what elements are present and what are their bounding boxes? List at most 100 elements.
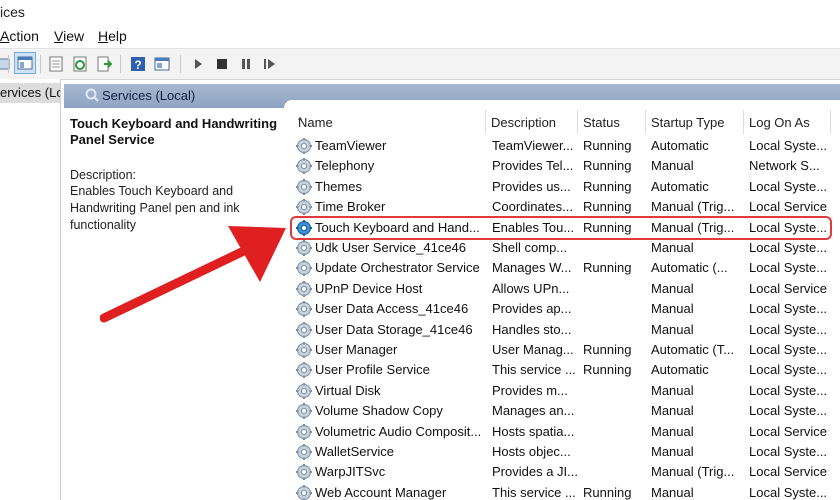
service-log-on-as: Local Syste... [749,178,828,194]
menu-bar: Action View Help [0,26,840,48]
service-startup-type: Automatic [651,178,709,194]
service-gear-icon [295,402,313,420]
service-gear-icon [295,361,313,379]
table-row[interactable]: Themes Provides us... Running Automatic Loca… [284,177,840,197]
service-startup-type: Manual [651,444,694,459]
service-log-on-as: Local Syste... [749,301,828,317]
service-startup-type: Manual [651,484,694,500]
column-header-label: Startup Type [651,115,725,130]
pause-icon[interactable] [236,54,256,74]
service-log-on-as: Local Syste... [749,342,828,357]
service-log-on-as: Local Syste... [749,362,828,378]
column-header-label: Log On As [749,115,810,130]
service-gear-icon [295,484,313,500]
red-arrow-annotation [100,226,286,323]
table-row[interactable]: Volume Shadow Copy Manages an... Manual Loc… [284,401,840,421]
service-gear-icon [295,137,313,155]
service-log-on-as: Local Service [749,199,828,215]
service-description: Manages W... [492,260,572,276]
column-header-label: Status [583,115,620,130]
service-log-on-as: Local Syste... [749,240,828,255]
service-gear-icon [295,178,313,196]
service-description: Hosts objec... [492,444,571,459]
toolbar: ? [0,48,840,80]
search-icon [84,87,100,106]
service-startup-type: Automatic [651,138,709,153]
back-icon[interactable] [0,54,14,74]
export-list-icon[interactable] [46,54,66,74]
service-log-on-as: Local Syste... [749,444,828,459]
service-name: Web Account Manager [315,484,447,500]
service-startup-type: Automatic (T... [651,342,735,357]
window-title: ices [0,4,25,20]
table-row[interactable]: Web Account Manager This service ... Runni… [284,483,840,500]
menu-action[interactable]: Action [0,28,39,44]
sort-ascending-icon: ^ [298,115,303,125]
service-status: Running [583,178,632,194]
service-log-on-as: Local Syste... [749,403,828,419]
menu-help[interactable]: Help [98,28,127,44]
service-startup-type: Manual (Trig... [651,199,735,215]
table-row[interactable]: WalletService Hosts objec... Manual Local S… [284,442,840,462]
table-row[interactable]: Telephony Provides Tel... Running Manual Net… [284,156,840,176]
column-header-startup-type[interactable]: Startup Type [645,100,743,133]
help-icon[interactable]: ? [128,54,148,74]
table-row[interactable]: UPnP Device Host Allows UPn... Manual Local… [284,279,840,299]
service-name: WalletService [315,444,394,459]
service-gear-icon [295,157,313,175]
title-bar: ices [0,0,840,26]
service-status: Running [583,199,632,215]
column-header-status[interactable]: Status [577,100,645,133]
service-log-on-as: Local Syste... [749,321,828,337]
refresh-icon[interactable] [70,54,90,74]
properties-pane-icon[interactable] [14,52,36,74]
service-description: TeamViewer... [492,138,574,153]
service-status: Running [583,484,632,500]
table-row[interactable]: User Profile Service This service ... Runn… [284,360,840,380]
service-name: Update Orchestrator Service [315,260,480,276]
tree-item-services-local[interactable]: ervices (Loca [0,83,60,103]
service-description: Provides ap... [492,301,572,317]
view-icon[interactable] [152,54,172,74]
service-description: Hosts spatia... [492,423,575,439]
service-name: Udk User Service_41ce46 [315,240,467,255]
service-startup-type: Automatic [651,362,709,378]
resume-icon[interactable] [260,54,280,74]
service-startup-type: Manual [651,382,694,398]
table-row[interactable]: Time Broker Coordinates... Running Manual (… [284,197,840,217]
table-row[interactable]: Update Orchestrator Service Manages W... R… [284,258,840,278]
service-startup-type: Manual [651,240,694,255]
service-name: Time Broker [315,199,386,215]
service-description: This service ... [492,484,576,500]
service-status: Running [583,342,632,357]
service-log-on-as: Local Service [749,280,828,296]
service-startup-type: Manual [651,423,694,439]
menu-view[interactable]: View [54,28,84,44]
table-row[interactable]: User Data Access_41ce46 Provides ap... Man… [284,299,840,319]
service-startup-type: Manual [651,403,694,419]
description-label: Description: [70,168,136,182]
console-tree: ervices (Loca [0,79,61,500]
service-name: Telephony [315,158,375,174]
column-header-description[interactable]: Description [485,100,577,133]
table-row[interactable]: Virtual Disk Provides m... Manual Local Sys… [284,381,840,401]
stop-icon[interactable] [212,54,232,74]
service-description: Provides m... [492,382,568,398]
service-startup-type: Manual [651,301,694,317]
table-row[interactable]: TeamViewer TeamViewer... Running Automatic L… [284,136,840,156]
play-icon[interactable] [188,54,208,74]
column-header-name[interactable]: Name ^ [292,100,490,133]
service-startup-type: Manual [651,280,694,296]
export-icon[interactable] [94,54,114,74]
service-log-on-as: Local Service [749,423,828,439]
table-row[interactable]: User Manager User Manag... Running Automati… [284,340,840,360]
highlighted-row-outline [290,216,832,240]
service-status: Running [583,158,632,174]
table-row[interactable]: User Data Storage_41ce46 Handles sto... Ma… [284,320,840,340]
table-row[interactable]: Volumetric Audio Composit... Hosts spatia… [284,422,840,442]
service-name: Virtual Disk [315,382,381,398]
table-row[interactable]: WarpJITSvc Provides a JI... Manual (Trig..… [284,462,840,482]
service-gear-icon [295,463,313,481]
table-row[interactable]: Udk User Service_41ce46 Shell comp... Manu… [284,238,840,258]
column-header-log-on-as[interactable]: Log On As [743,100,840,133]
